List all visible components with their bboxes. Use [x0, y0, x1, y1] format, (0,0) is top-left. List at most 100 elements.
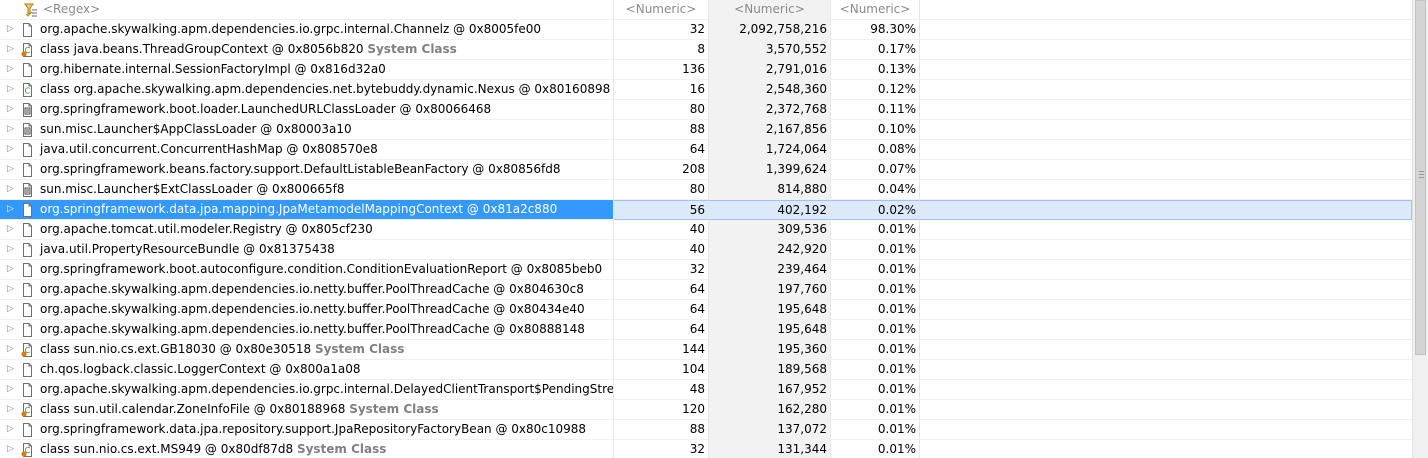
objects-cell: 64	[614, 300, 709, 320]
name-filter-cell[interactable]: <Regex>	[0, 0, 614, 20]
table-row[interactable]: ▷ org.apache.skywalking.apm.dependencies.…	[0, 20, 1412, 40]
expand-arrow-icon[interactable]: ▷	[7, 40, 15, 59]
table-row[interactable]: ▷ java.util.concurrent.ConcurrentHashMap …	[0, 140, 1412, 160]
empty-cell	[920, 120, 1412, 140]
table-row[interactable]: ▷ Cclass org.apache.skywalking.apm.depend…	[0, 80, 1412, 100]
expand-arrow-icon[interactable]: ▷	[7, 180, 15, 199]
retained-percent-cell: 0.01%	[831, 360, 920, 380]
empty-cell	[920, 60, 1412, 80]
table-row[interactable]: ▷ org.apache.tomcat.util.modeler.Registry…	[0, 220, 1412, 240]
expand-arrow-icon[interactable]: ▷	[7, 220, 15, 239]
name-cell[interactable]: ▷ org.springframework.boot.loader.Launche…	[0, 100, 614, 120]
expand-arrow-icon[interactable]: ▷	[7, 140, 15, 159]
name-cell[interactable]: ▷ org.springframework.data.jpa.repository…	[0, 420, 614, 440]
table-row[interactable]: ▷ Cclass java.beans.ThreadGroupContext @ …	[0, 40, 1412, 60]
retained-percent-cell: 0.08%	[831, 140, 920, 160]
expand-arrow-icon[interactable]: ▷	[7, 100, 15, 119]
name-cell[interactable]: ▷ org.hibernate.internal.SessionFactoryIm…	[0, 60, 614, 80]
row-label: sun.misc.Launcher$ExtClassLoader @ 0x800…	[40, 180, 344, 199]
object-name: org.apache.skywalking.apm.dependencies.i…	[40, 302, 585, 316]
objects-cell: 88	[614, 120, 709, 140]
expand-arrow-icon[interactable]: ▷	[7, 360, 15, 379]
table-row[interactable]: ▷ org.springframework.data.jpa.mapping.Jp…	[0, 200, 1412, 220]
filter-row: <Regex> <Numeric> <Numeric> <Numeric>	[0, 0, 1412, 20]
scrollbar-thumb[interactable]	[1415, 0, 1426, 355]
row-label: sun.misc.Launcher$AppClassLoader @ 0x800…	[40, 120, 352, 139]
table-row[interactable]: ▷ org.springframework.data.jpa.repository…	[0, 420, 1412, 440]
table-row[interactable]: ▷ org.apache.skywalking.apm.dependencies.…	[0, 380, 1412, 400]
table-row[interactable]: ▷ ch.qos.logback.classic.LoggerContext @ …	[0, 360, 1412, 380]
expand-arrow-icon[interactable]: ▷	[7, 400, 15, 419]
object-icon	[23, 323, 32, 337]
name-cell[interactable]: ▷ org.apache.tomcat.util.modeler.Registry…	[0, 220, 614, 240]
vertical-scrollbar[interactable]	[1412, 0, 1428, 458]
table-row[interactable]: ▷ org.apache.skywalking.apm.dependencies.…	[0, 320, 1412, 340]
name-cell[interactable]: ▷ Cclass sun.nio.cs.ext.MS949 @ 0x80df87d…	[0, 440, 614, 458]
retained-percent-cell: 0.17%	[831, 40, 920, 60]
objects-cell: 16	[614, 80, 709, 100]
name-cell[interactable]: ▷ java.util.PropertyResourceBundle @ 0x81…	[0, 240, 614, 260]
table-row[interactable]: ▷ sun.misc.Launcher$AppClassLoader @ 0x80…	[0, 120, 1412, 140]
expand-arrow-icon[interactable]: ▷	[7, 200, 15, 219]
name-cell[interactable]: ▷ org.springframework.beans.factory.suppo…	[0, 160, 614, 180]
name-cell[interactable]: ▷ org.apache.skywalking.apm.dependencies.…	[0, 380, 614, 400]
expand-arrow-icon[interactable]: ▷	[7, 20, 15, 39]
empty-cell	[920, 380, 1412, 400]
expand-arrow-icon[interactable]: ▷	[7, 120, 15, 139]
retained-percent-cell: 0.01%	[831, 240, 920, 260]
name-cell[interactable]: ▷ org.apache.skywalking.apm.dependencies.…	[0, 300, 614, 320]
row-label: org.hibernate.internal.SessionFactoryImp…	[40, 60, 386, 79]
table-row[interactable]: ▷ org.hibernate.internal.SessionFactoryIm…	[0, 60, 1412, 80]
table-row[interactable]: ▷ org.springframework.boot.loader.Launche…	[0, 100, 1412, 120]
expand-arrow-icon[interactable]: ▷	[7, 280, 15, 299]
retained-percent-cell: 0.01%	[831, 280, 920, 300]
table-row[interactable]: ▷ java.util.PropertyResourceBundle @ 0x81…	[0, 240, 1412, 260]
shallow-heap-filter-input[interactable]: <Numeric>	[709, 0, 831, 20]
name-cell[interactable]: ▷ org.apache.skywalking.apm.dependencies.…	[0, 320, 614, 340]
name-cell[interactable]: ▷ org.springframework.data.jpa.mapping.Jp…	[0, 200, 614, 220]
object-name: org.apache.skywalking.apm.dependencies.i…	[40, 22, 542, 36]
name-cell[interactable]: ▷ sun.misc.Launcher$ExtClassLoader @ 0x80…	[0, 180, 614, 200]
name-cell[interactable]: ▷ java.util.concurrent.ConcurrentHashMap …	[0, 140, 614, 160]
name-cell[interactable]: ▷ Cclass org.apache.skywalking.apm.depend…	[0, 80, 614, 100]
expand-arrow-icon[interactable]: ▷	[7, 440, 15, 458]
retained-percent-cell: 0.02%	[831, 200, 920, 220]
expand-arrow-icon[interactable]: ▷	[7, 300, 15, 319]
table-row[interactable]: ▷ org.apache.skywalking.apm.dependencies.…	[0, 280, 1412, 300]
retained-percent-cell: 0.10%	[831, 120, 920, 140]
retained-percent-filter-input[interactable]: <Numeric>	[831, 0, 920, 20]
name-cell[interactable]: ▷ sun.misc.Launcher$AppClassLoader @ 0x80…	[0, 120, 614, 140]
name-cell[interactable]: ▷ Cclass sun.util.calendar.ZoneInfoFile @…	[0, 400, 614, 420]
objects-cell: 88	[614, 420, 709, 440]
expand-arrow-icon[interactable]: ▷	[7, 80, 15, 99]
retained-percent-cell: 0.01%	[831, 260, 920, 280]
objects-filter-input[interactable]: <Numeric>	[614, 0, 709, 20]
table-row[interactable]: ▷ org.springframework.boot.autoconfigure.…	[0, 260, 1412, 280]
name-cell[interactable]: ▷ Cclass java.beans.ThreadGroupContext @ …	[0, 40, 614, 60]
object-name: java.util.concurrent.ConcurrentHashMap @…	[40, 142, 378, 156]
name-cell[interactable]: ▷ org.apache.skywalking.apm.dependencies.…	[0, 20, 614, 40]
expand-arrow-icon[interactable]: ▷	[7, 320, 15, 339]
expand-arrow-icon[interactable]: ▷	[7, 260, 15, 279]
table-row[interactable]: ▷ Cclass sun.nio.cs.ext.GB18030 @ 0x80e30…	[0, 340, 1412, 360]
expand-arrow-icon[interactable]: ▷	[7, 420, 15, 439]
objects-cell: 32	[614, 440, 709, 458]
name-cell[interactable]: ▷ Cclass sun.nio.cs.ext.GB18030 @ 0x80e30…	[0, 340, 614, 360]
expand-arrow-icon[interactable]: ▷	[7, 160, 15, 179]
empty-cell	[920, 320, 1412, 340]
name-cell[interactable]: ▷ org.apache.skywalking.apm.dependencies.…	[0, 280, 614, 300]
table-row[interactable]: ▷ Cclass sun.nio.cs.ext.MS949 @ 0x80df87d…	[0, 440, 1412, 458]
name-cell[interactable]: ▷ ch.qos.logback.classic.LoggerContext @ …	[0, 360, 614, 380]
table-row[interactable]: ▷ org.springframework.beans.factory.suppo…	[0, 160, 1412, 180]
expand-arrow-icon[interactable]: ▷	[7, 340, 15, 359]
name-cell[interactable]: ▷ org.springframework.boot.autoconfigure.…	[0, 260, 614, 280]
shallow-heap-cell: 2,372,768	[709, 100, 831, 120]
expand-arrow-icon[interactable]: ▷	[7, 60, 15, 79]
shallow-heap-cell: 137,072	[709, 420, 831, 440]
table-row[interactable]: ▷ org.apache.skywalking.apm.dependencies.…	[0, 300, 1412, 320]
table-row[interactable]: ▷ sun.misc.Launcher$ExtClassLoader @ 0x80…	[0, 180, 1412, 200]
table-row[interactable]: ▷ Cclass sun.util.calendar.ZoneInfoFile @…	[0, 400, 1412, 420]
expand-arrow-icon[interactable]: ▷	[7, 240, 15, 259]
expand-arrow-icon[interactable]: ▷	[7, 380, 15, 399]
name-filter-input[interactable]: <Regex>	[43, 0, 100, 19]
